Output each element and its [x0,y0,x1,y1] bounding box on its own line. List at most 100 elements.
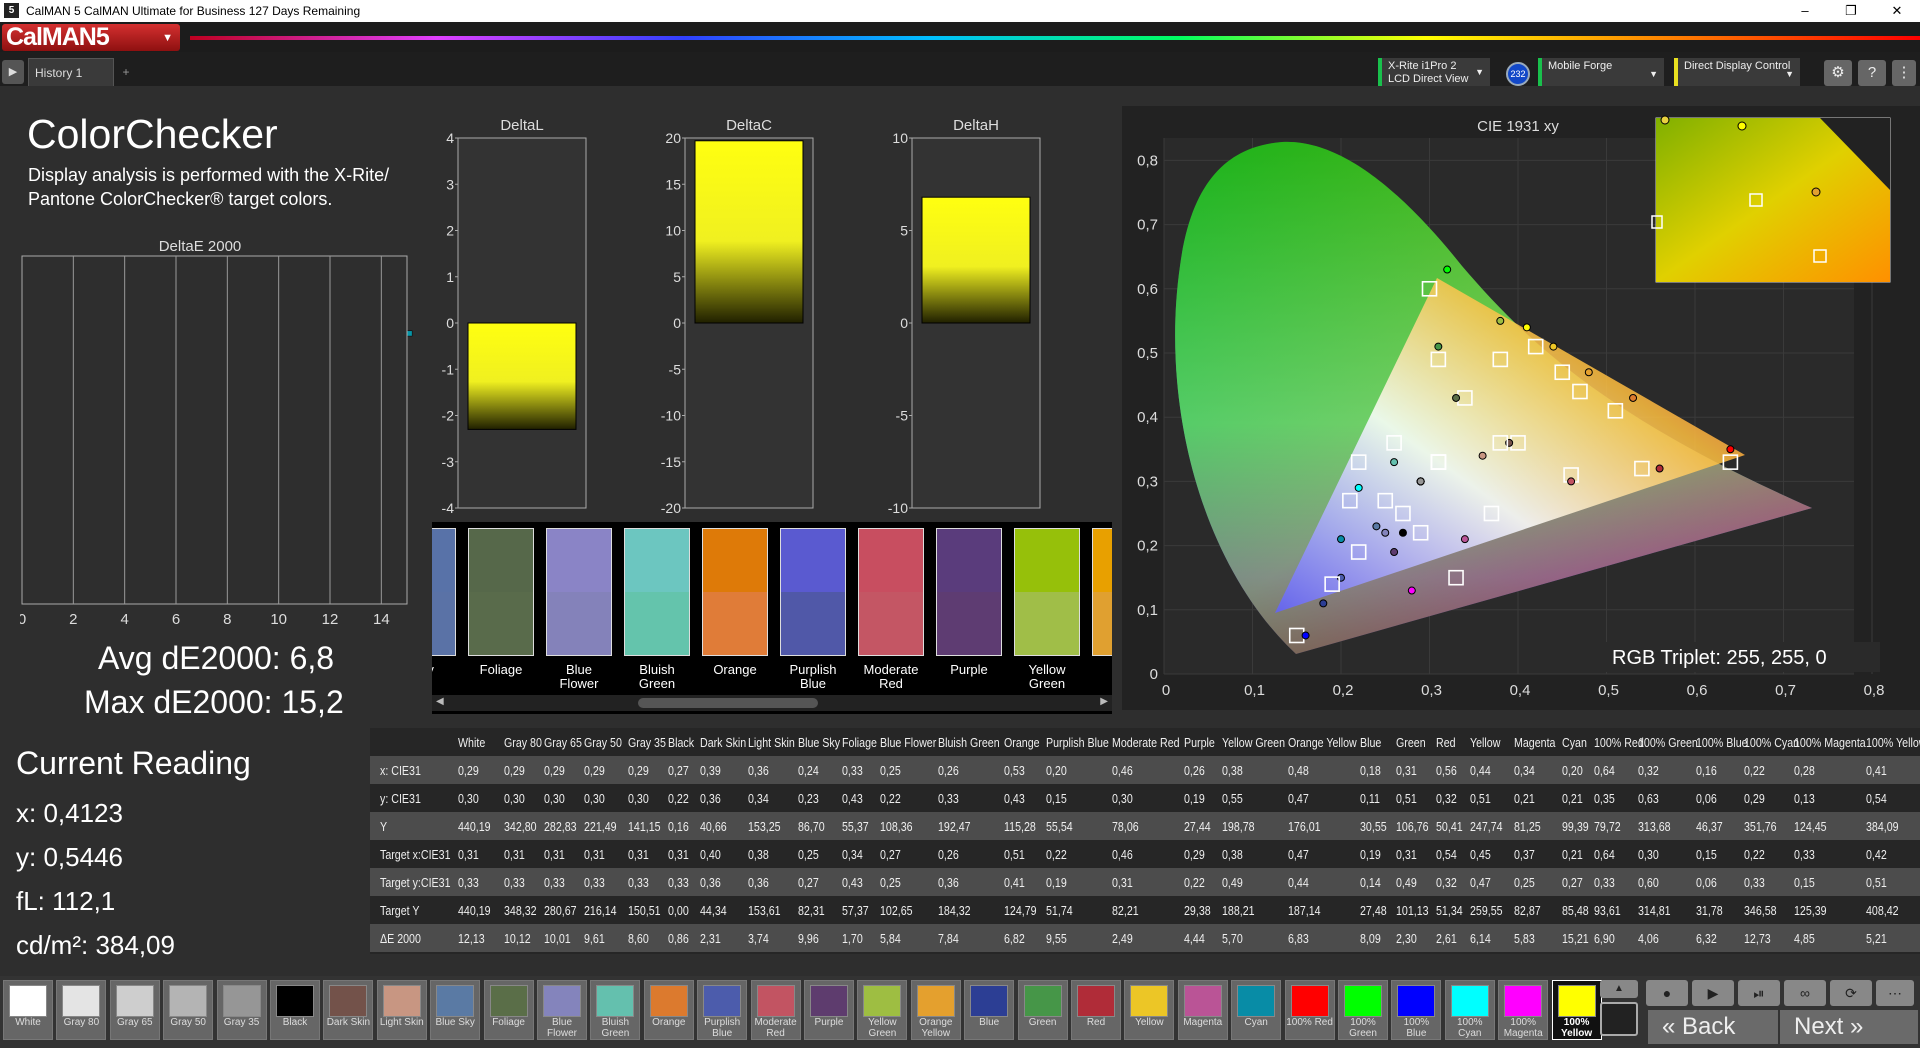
color-swatch-button[interactable]: Gray 50 [163,980,214,1040]
color-swatch-button[interactable]: 100% Blue [1391,980,1442,1040]
table-cell: 0,43 [842,875,863,890]
table-cell: 0,29 [1744,791,1765,806]
strip-scrollbar[interactable]: ◀ ▶ [432,695,1112,711]
column-header: Gray 50 [584,735,622,750]
display-selector[interactable]: Direct Display Control ▼ [1674,58,1800,86]
table-cell: 0,46 [1112,763,1133,778]
color-swatch-button[interactable]: Gray 65 [109,980,160,1040]
table-cell: 0,33 [584,875,605,890]
meter-badge[interactable]: 232 [1506,62,1530,86]
strip-swatch[interactable]: Blue Flower [546,528,612,691]
strip-swatch[interactable] [1092,528,1112,656]
swatch-chip [649,985,688,1017]
color-swatch-button[interactable]: Orange Yellow [910,980,961,1040]
swatch-chip [703,985,742,1017]
source-selector[interactable]: Mobile Forge ▼ [1538,58,1664,86]
color-swatch-button[interactable]: Blue Sky [430,980,481,1040]
table-cell: 0,51 [1396,791,1417,806]
table-cell: 0,16 [668,819,689,834]
settings-button[interactable]: ⚙ [1824,60,1852,86]
swatch-label: 100% Cyan [1457,1017,1483,1039]
loop-button[interactable]: ∞ [1784,980,1826,1006]
color-swatch-button[interactable]: Magenta [1177,980,1228,1040]
step-button[interactable]: ⏯ [1738,980,1780,1006]
strip-swatch[interactable]: Yellow Green [1014,528,1080,691]
strip-swatch[interactable]: Moderate Red [858,528,924,691]
table-header: White Gray 80 Gray 65 Gray 50 Gray 35 Black Da… [370,728,1920,756]
color-swatch-button[interactable]: Cyan [1231,980,1282,1040]
record-button[interactable]: ● [1646,980,1688,1006]
color-swatch-button[interactable]: Gray 80 [56,980,107,1040]
color-swatch-button[interactable]: Orange [643,980,694,1040]
meter-selector[interactable]: X-Rite i1Pro 2 LCD Direct View ▼ [1378,58,1490,86]
table-cell: 0,51 [1866,875,1887,890]
swatch-chip [596,985,635,1017]
column-header: Light Skin [748,735,795,750]
color-swatch-button[interactable]: Moderate Red [750,980,801,1040]
zoom-point [1660,115,1670,125]
color-swatch-button[interactable]: Gray 35 [216,980,267,1040]
color-swatch-button[interactable]: 100% Red [1284,980,1335,1040]
play-button[interactable]: ▶ [2,60,24,84]
table-cell: 57,37 [842,903,869,918]
stop-button[interactable]: ■ [1600,1002,1638,1036]
table-cell: 314,81 [1638,903,1671,918]
strip-swatch[interactable]: Foliage [468,528,534,677]
play-measure-button[interactable]: ▶ [1692,980,1734,1006]
table-row: x: CIE31 0,29 0,29 0,29 0,29 0,29 0,27 0,39 0,36… [370,756,1920,784]
color-swatch-button[interactable]: Purplish Blue [697,980,748,1040]
close-button[interactable]: ✕ [1874,0,1920,22]
strip-swatch[interactable]: Orange [702,528,768,677]
color-swatch-button[interactable]: Bluish Green [590,980,641,1040]
table-cell: 0,33 [628,875,649,890]
color-swatch-button[interactable]: Black [270,980,320,1040]
color-swatch-button[interactable]: Light Skin [376,980,427,1040]
color-swatch-button[interactable]: Blue [964,980,1015,1040]
table-cell: 0,21 [1562,847,1583,862]
color-swatch-button[interactable]: Blue Flower [537,980,587,1040]
column-header: Blue [1360,735,1382,750]
color-swatch-button[interactable]: Yellow Green [857,980,908,1040]
strip-swatch[interactable]: Sky [432,528,456,677]
table-cell: 0,19 [1184,791,1205,806]
color-swatch-button[interactable]: Purple [804,980,854,1040]
column-header: 100% Yellow [1866,735,1920,750]
calman-logo[interactable]: CalMAN5 ▼ [2,24,180,51]
strip-swatch[interactable]: Purplish Blue [780,528,846,691]
strip-swatch[interactable]: Bluish Green [624,528,690,691]
column-header: Orange [1004,735,1040,750]
color-swatch-button[interactable]: Red [1071,980,1121,1040]
scroll-left-icon[interactable]: ◀ [436,696,444,707]
help-button[interactable]: ? [1858,60,1886,86]
color-swatch-button[interactable]: Foliage [483,980,534,1040]
scroll-right-icon[interactable]: ▶ [1100,696,1108,707]
column-header: Dark Skin [700,735,747,750]
color-swatch-button[interactable]: 100% Green [1338,980,1388,1040]
table-cell: 0,33 [504,875,525,890]
delta-tick-label: -3 [442,454,455,470]
add-tab-button[interactable]: + [117,63,135,81]
options-button[interactable]: ⋯ [1876,980,1914,1006]
color-swatch-button[interactable]: 100% Cyan [1444,980,1495,1040]
up-arrow-button[interactable]: ▲ [1600,980,1638,998]
table-cell: 0,20 [1562,763,1583,778]
window-titlebar: 5 CalMAN 5 CalMAN Ultimate for Business … [0,0,1920,22]
table-cell: 12,13 [458,931,485,946]
refresh-button[interactable]: ⟳ [1830,980,1872,1006]
color-swatch-button[interactable]: Dark Skin [323,980,374,1040]
next-button[interactable]: Next » [1780,1010,1918,1044]
minimize-button[interactable]: – [1782,0,1828,22]
more-button[interactable]: ⋮ [1892,60,1916,86]
color-swatch-button[interactable]: White [3,980,53,1040]
maximize-button[interactable]: ❐ [1828,0,1874,22]
scroll-thumb[interactable] [638,698,818,708]
table-cell: 0,20 [1046,763,1067,778]
color-swatch-button[interactable]: 100% Yellow [1551,980,1602,1040]
color-swatch-button[interactable]: Green [1017,980,1068,1040]
color-swatch-button[interactable]: Yellow [1124,980,1175,1040]
tab-history-1[interactable]: History 1 + [28,58,130,86]
back-button[interactable]: « Back [1648,1010,1778,1044]
color-swatch-button[interactable]: 100% Magenta [1498,980,1549,1040]
strip-swatch[interactable]: Purple [936,528,1002,677]
table-cell: 6,14 [1470,931,1491,946]
